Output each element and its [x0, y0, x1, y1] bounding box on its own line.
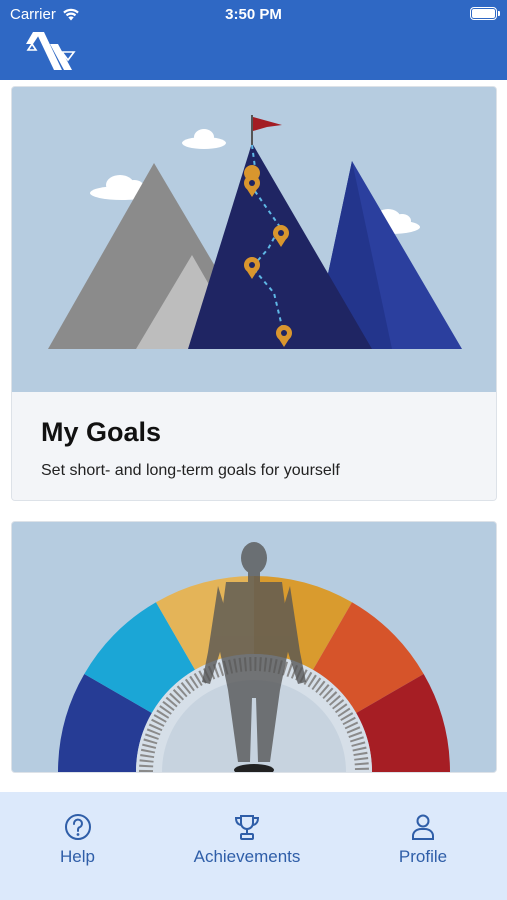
- my-goals-card-text: My Goals Set short- and long-term goals …: [12, 392, 496, 500]
- body-gauge-illustration: [12, 522, 496, 772]
- app-logo: [26, 32, 76, 70]
- app-header: Carrier 3:50 PM: [0, 0, 507, 80]
- tab-help[interactable]: Help: [40, 792, 115, 900]
- person-icon: [412, 814, 434, 840]
- battery-icon: [470, 7, 500, 20]
- card-description: Set short- and long-term goals for yours…: [41, 462, 340, 479]
- trophy-icon: [234, 815, 260, 840]
- tab-achievements[interactable]: Achievements: [172, 792, 322, 900]
- status-bar: Carrier 3:50 PM: [0, 0, 507, 28]
- my-goals-card[interactable]: My Goals Set short- and long-term goals …: [11, 86, 497, 501]
- bottom-tab-bar: Help Achievements Profile: [0, 792, 507, 900]
- status-time: 3:50 PM: [225, 6, 282, 23]
- goals-content[interactable]: My Goals Set short- and long-term goals …: [0, 80, 507, 792]
- tab-profile[interactable]: Profile: [385, 792, 461, 900]
- tab-profile-label: Profile: [398, 847, 448, 866]
- tab-achievements-label: Achievements: [193, 847, 301, 866]
- card-title: My Goals: [41, 417, 162, 447]
- mountain-goals-illustration: [12, 87, 496, 392]
- body-gauge-card[interactable]: [11, 521, 497, 773]
- question-circle-icon: [64, 814, 91, 840]
- tab-help-label: Help: [60, 847, 95, 866]
